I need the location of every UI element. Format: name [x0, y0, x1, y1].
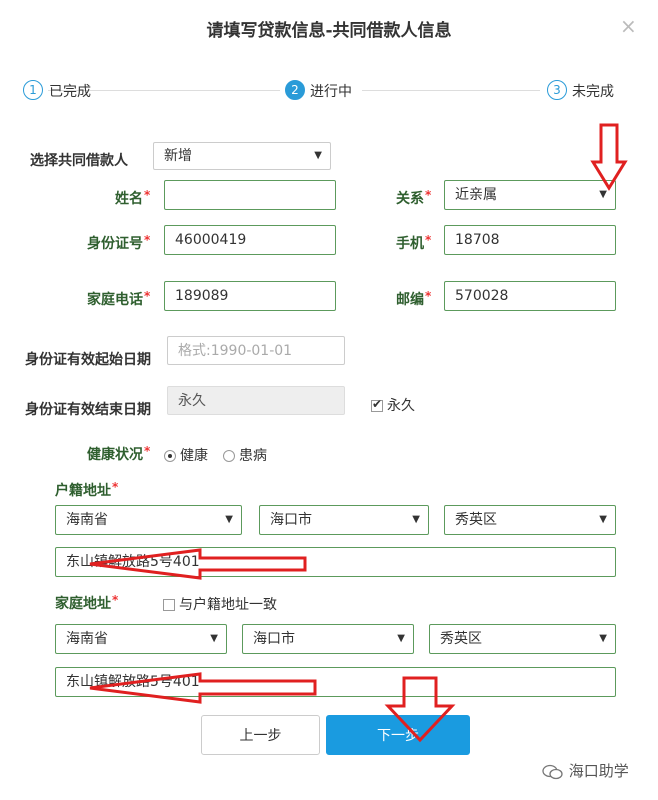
step-2-icon: 2: [285, 80, 305, 100]
home-address-label: 家庭地址*: [55, 593, 119, 612]
home-detail-input[interactable]: 东山镇解放路5号401: [55, 667, 616, 697]
down-arrow-annotation: [590, 123, 628, 191]
hukou-detail-input[interactable]: 东山镇解放路5号401: [55, 547, 616, 577]
chevron-down-icon: ▼: [397, 633, 405, 644]
checkbox-checked-icon[interactable]: [371, 397, 383, 412]
chevron-down-icon: ▼: [599, 514, 607, 525]
co-borrower-select[interactable]: 新增 ▼: [153, 142, 331, 170]
hukou-province-select[interactable]: 海南省 ▼: [55, 505, 242, 535]
next-step-button[interactable]: 下一步: [326, 715, 470, 755]
watermark: 海口助学: [542, 760, 629, 781]
mobile-label: 手机*: [396, 233, 432, 252]
permanent-label: 永久: [387, 398, 415, 414]
hukou-district-select[interactable]: 秀英区 ▼: [444, 505, 616, 535]
id-start-input[interactable]: 格式:1990-01-01: [167, 336, 345, 365]
chevron-down-icon: ▼: [412, 514, 420, 525]
id-end-label: 身份证有效结束日期: [25, 402, 151, 418]
id-number-input[interactable]: 46000419: [164, 225, 336, 255]
home-district-select[interactable]: 秀英区 ▼: [429, 624, 616, 654]
mobile-input[interactable]: 18708: [444, 225, 616, 255]
permanent-checkbox[interactable]: 永久: [371, 395, 415, 415]
relation-value: 近亲属: [455, 187, 497, 203]
radio-icon[interactable]: [223, 450, 235, 462]
home-province-select[interactable]: 海南省 ▼: [55, 624, 227, 654]
same-as-hukou-checkbox[interactable]: 与户籍地址一致: [163, 594, 277, 614]
step-2-label: 进行中: [310, 84, 352, 100]
health-option-healthy[interactable]: 健康: [164, 445, 208, 465]
health-option-ill[interactable]: 患病: [223, 445, 267, 465]
prev-step-button[interactable]: 上一步: [201, 715, 320, 755]
home-city-select[interactable]: 海口市 ▼: [242, 624, 414, 654]
co-borrower-label: 选择共同借款人: [30, 153, 128, 169]
id-end-input: 永久: [167, 386, 345, 415]
step-3-label: 未完成: [572, 84, 614, 100]
name-input[interactable]: [164, 180, 336, 210]
relation-select[interactable]: 近亲属 ▼: [444, 180, 616, 210]
name-label: 姓名*: [115, 188, 151, 207]
close-icon[interactable]: ×: [620, 14, 637, 38]
hukou-city-select[interactable]: 海口市 ▼: [259, 505, 429, 535]
step-1-label: 已完成: [49, 84, 91, 100]
id-number-label: 身份证号*: [87, 233, 151, 252]
health-label: 健康状况*: [87, 444, 151, 463]
checkbox-icon[interactable]: [163, 599, 175, 611]
chevron-down-icon: ▼: [599, 189, 607, 200]
postcode-label: 邮编*: [396, 289, 432, 308]
home-phone-input[interactable]: 189089: [164, 281, 336, 311]
step-connector: [362, 90, 540, 91]
postcode-input[interactable]: 570028: [444, 281, 616, 311]
hukou-label: 户籍地址*: [55, 480, 119, 499]
relation-label: 关系*: [396, 188, 432, 207]
watermark-text: 海口助学: [568, 762, 629, 780]
id-start-label: 身份证有效起始日期: [25, 352, 151, 368]
step-1-icon: 1: [23, 80, 43, 100]
chevron-down-icon: ▼: [314, 150, 322, 161]
chevron-down-icon: ▼: [225, 514, 233, 525]
home-phone-label: 家庭电话*: [87, 289, 151, 308]
step-3-icon: 3: [547, 80, 567, 100]
wechat-icon: [542, 764, 563, 779]
co-borrower-value: 新增: [164, 148, 192, 164]
chevron-down-icon: ▼: [599, 633, 607, 644]
chevron-down-icon: ▼: [210, 633, 218, 644]
radio-selected-icon[interactable]: [164, 450, 176, 462]
dialog-title: 请填写贷款信息-共同借款人信息: [206, 21, 452, 41]
